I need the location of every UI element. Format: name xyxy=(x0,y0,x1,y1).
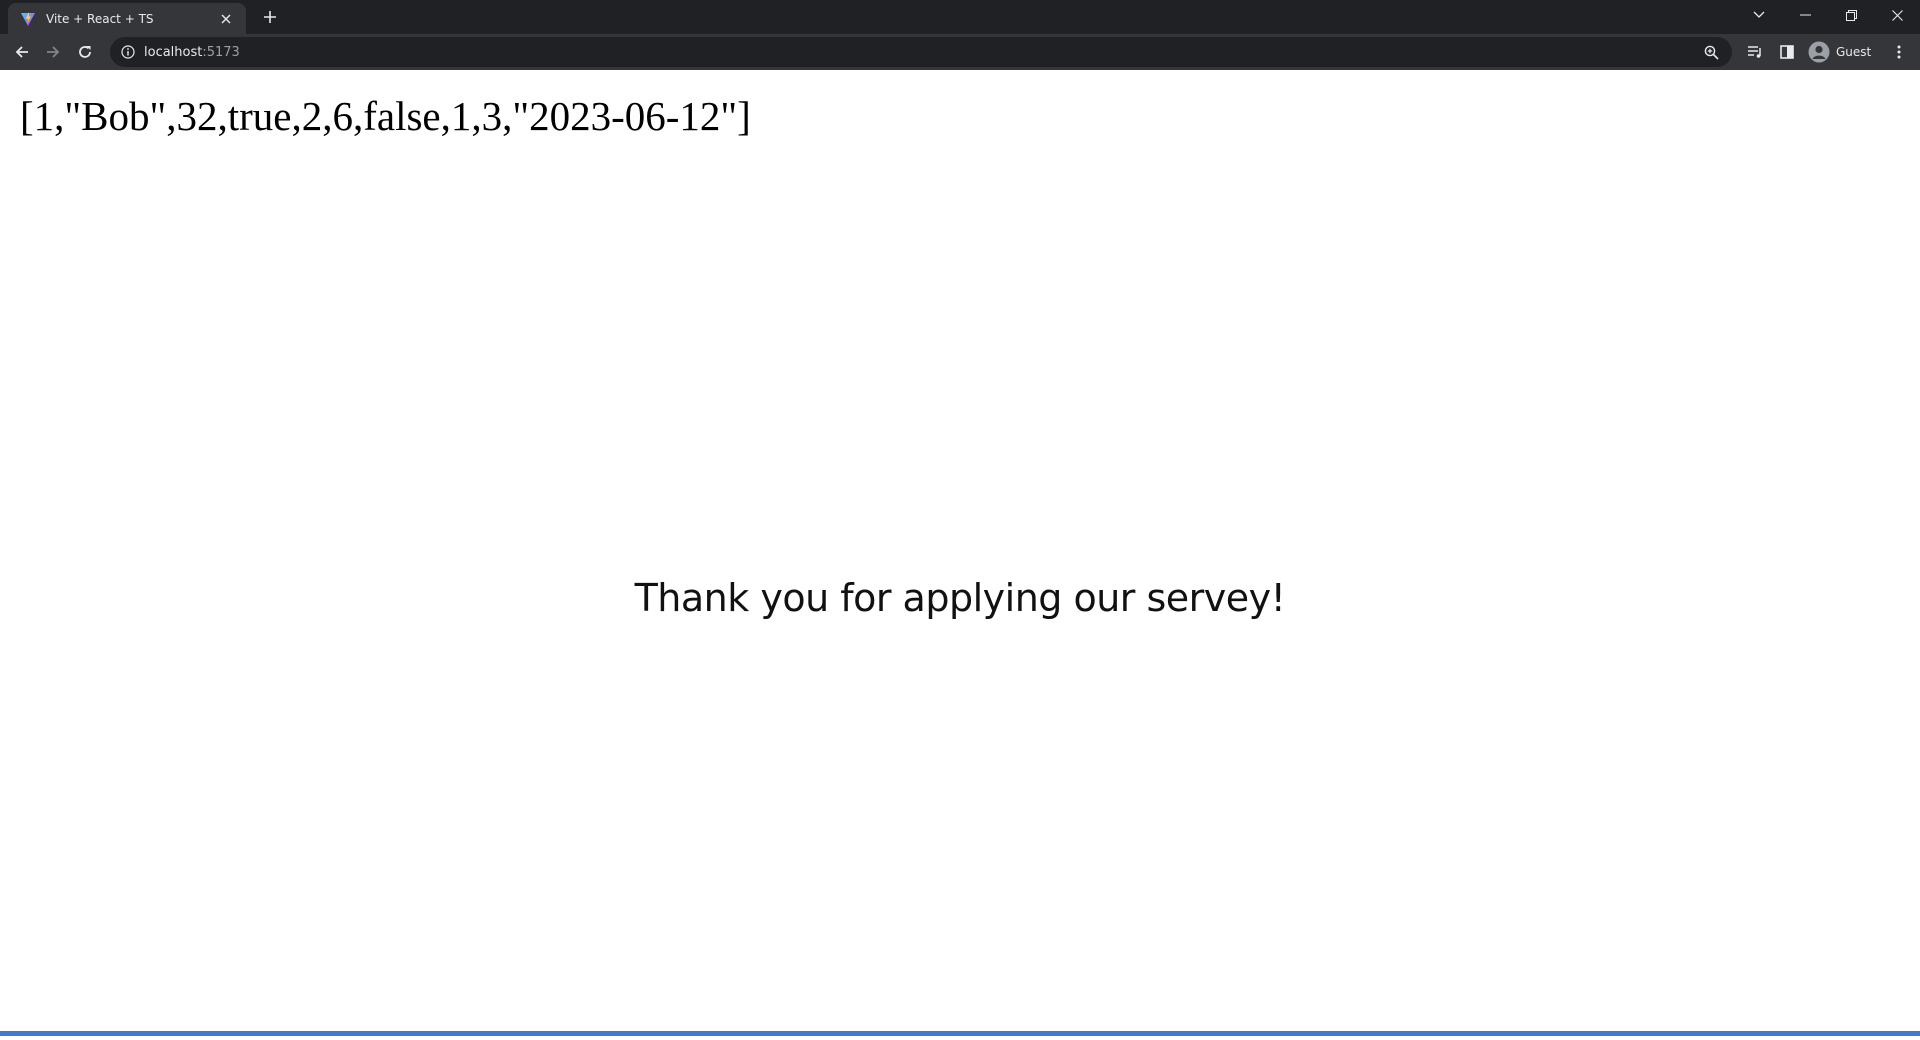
page-viewport: [1,"Bob",32,true,2,6,false,1,3,"2023-06-… xyxy=(0,70,1920,1032)
site-info-icon[interactable] xyxy=(118,42,138,62)
url-host: localhost xyxy=(144,44,203,60)
new-tab-plus-icon[interactable] xyxy=(258,5,282,29)
guest-avatar-icon xyxy=(1808,41,1830,63)
media-queue-icon[interactable] xyxy=(1744,41,1766,63)
zoom-icon[interactable] xyxy=(1700,41,1722,63)
kebab-menu-icon[interactable] xyxy=(1888,41,1910,63)
vite-logo-icon xyxy=(20,11,36,27)
window-close-icon[interactable] xyxy=(1874,0,1920,30)
restore-icon[interactable] xyxy=(1828,0,1874,30)
thank-you-message: Thank you for applying our servey! xyxy=(634,576,1286,620)
tab-title: Vite + React + TS xyxy=(46,11,154,26)
side-panel-icon[interactable] xyxy=(1776,41,1798,63)
tab-search-chevron-down-icon[interactable] xyxy=(1736,0,1782,30)
tab-strip: Vite + React + TS xyxy=(0,0,1920,34)
url-text: localhost:5173 xyxy=(144,45,1700,60)
browser-tab[interactable]: Vite + React + TS xyxy=(8,3,246,34)
minimize-icon[interactable] xyxy=(1782,0,1828,30)
json-output-text: [1,"Bob",32,true,2,6,false,1,3,"2023-06-… xyxy=(20,93,751,139)
tab-close-icon[interactable] xyxy=(216,9,236,29)
forward-arrow-icon[interactable] xyxy=(41,40,65,64)
bottom-accent-bar xyxy=(0,1031,1920,1036)
reload-icon[interactable] xyxy=(73,40,97,64)
browser-toolbar: localhost:5173 Guest xyxy=(0,34,1920,70)
back-arrow-icon[interactable] xyxy=(10,40,34,64)
profile-button[interactable]: Guest xyxy=(1804,39,1881,65)
profile-label: Guest xyxy=(1836,45,1872,59)
url-port: :5173 xyxy=(202,44,240,60)
address-bar[interactable]: localhost:5173 xyxy=(110,37,1732,67)
